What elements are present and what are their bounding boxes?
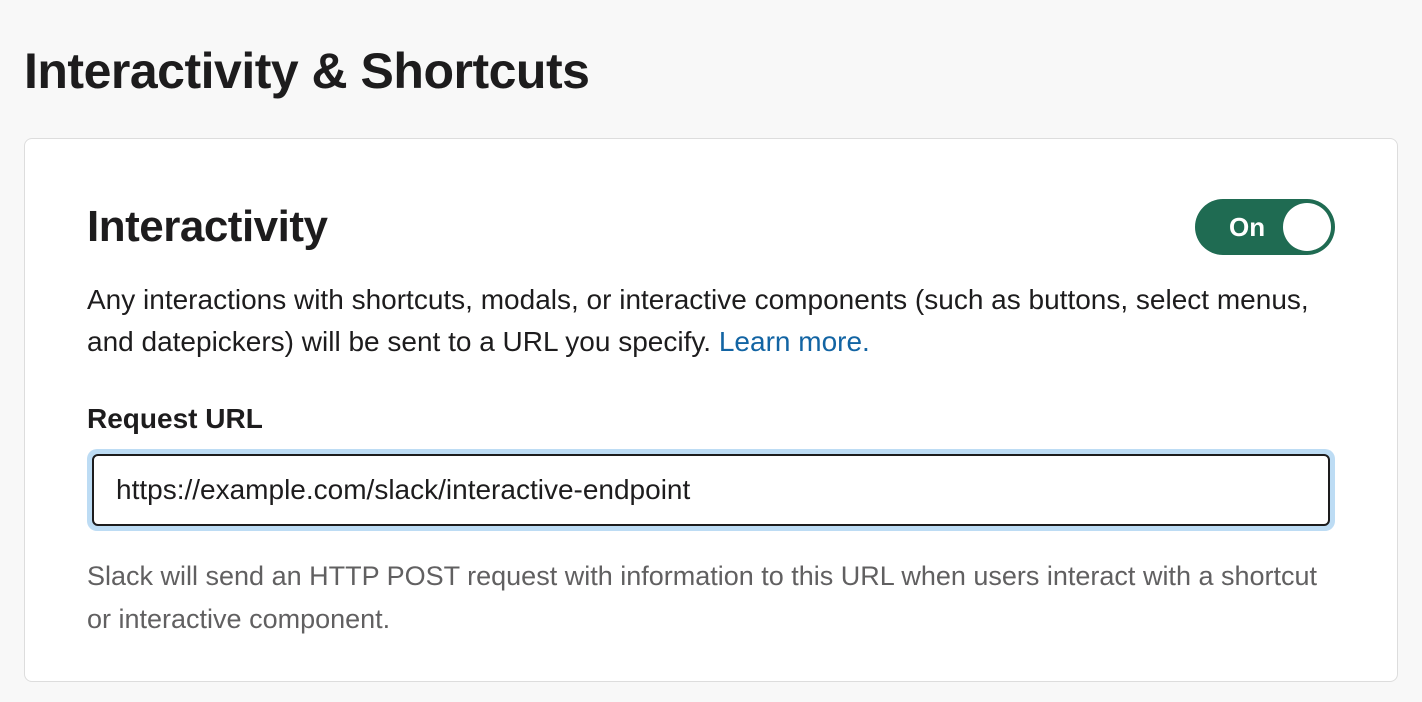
toggle-label: On [1229,212,1265,243]
toggle-knob [1283,203,1331,251]
section-title: Interactivity [87,202,327,252]
page-title: Interactivity & Shortcuts [0,0,1422,100]
section-header: Interactivity On [87,199,1335,255]
interactivity-toggle[interactable]: On [1195,199,1335,255]
request-url-input[interactable] [92,454,1330,526]
description-text: Any interactions with shortcuts, modals,… [87,284,1309,357]
section-description: Any interactions with shortcuts, modals,… [87,279,1335,363]
request-url-helper: Slack will send an HTTP POST request wit… [87,555,1335,641]
request-url-label: Request URL [87,403,1335,435]
request-url-input-wrapper [87,449,1335,531]
learn-more-link[interactable]: Learn more. [719,326,870,357]
settings-card: Interactivity On Any interactions with s… [24,138,1398,682]
